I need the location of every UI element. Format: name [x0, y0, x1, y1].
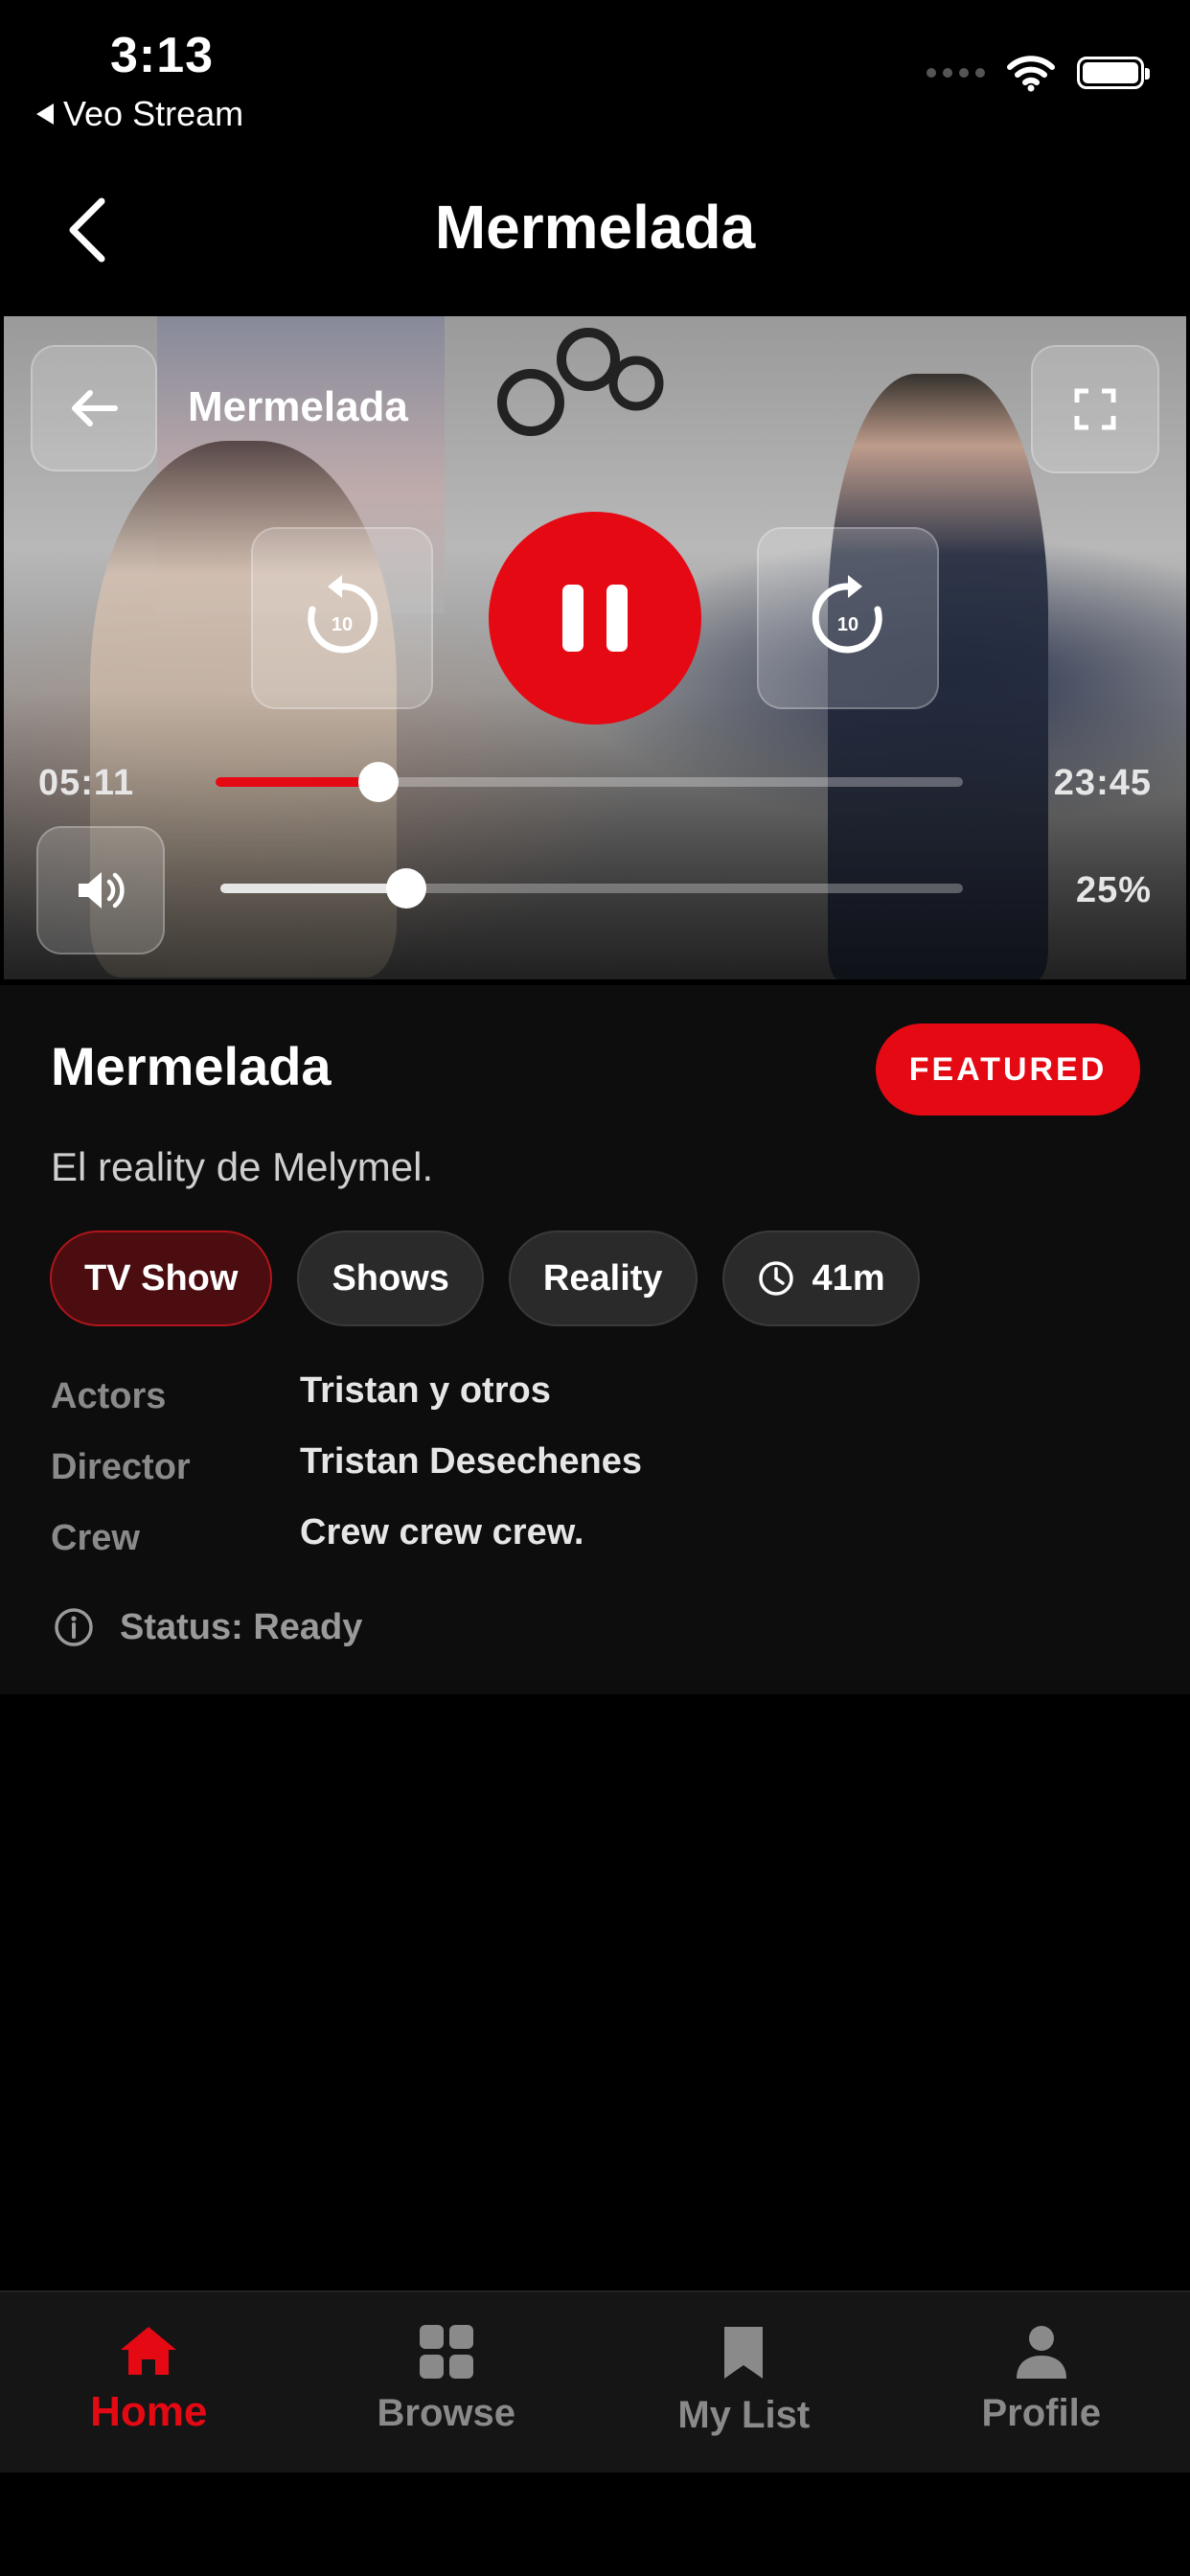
- chip-shows[interactable]: Shows: [297, 1230, 484, 1326]
- arrow-left-icon: [72, 390, 118, 426]
- player-title: Mermelada: [188, 383, 408, 430]
- featured-badge: FEATURED: [876, 1024, 1140, 1116]
- tab-home[interactable]: Home: [0, 2292, 298, 2472]
- details-panel: Mermelada FEATURED El reality de Melymel…: [0, 985, 1190, 1694]
- credit-row-director: Director Tristan Desechenes: [51, 1440, 642, 1487]
- progress-fill: [216, 777, 379, 787]
- tab-my-list[interactable]: My List: [595, 2292, 893, 2472]
- rewind-10-icon: 10: [308, 575, 378, 654]
- wifi-icon: [1007, 56, 1055, 92]
- info-circle-icon: [55, 1608, 93, 1646]
- video-frame-reels: [497, 328, 664, 436]
- skip-forward-button[interactable]: 10: [757, 527, 939, 709]
- pause-button[interactable]: [489, 512, 701, 724]
- status-time: 3:13: [110, 28, 215, 83]
- volume-fill: [220, 884, 406, 893]
- battery-icon: [1077, 57, 1150, 89]
- skip-back-seconds: 10: [332, 614, 353, 635]
- skip-forward-seconds: 10: [837, 614, 858, 635]
- genre-chips: TV Show Shows Reality 41m: [50, 1230, 920, 1326]
- chip-duration: 41m: [721, 1230, 920, 1326]
- forward-10-icon: 10: [812, 575, 882, 654]
- progress-scrubber-handle[interactable]: [358, 762, 400, 802]
- signal-dots-icon: [927, 68, 985, 78]
- tab-browse[interactable]: Browse: [298, 2292, 596, 2472]
- credits-list: Actors Tristan y otros Director Tristan …: [51, 1361, 642, 1574]
- player-back-button[interactable]: [31, 345, 157, 472]
- fullscreen-button[interactable]: [1031, 345, 1159, 473]
- volume-slider-handle[interactable]: [385, 868, 426, 908]
- volume-track[interactable]: [220, 868, 963, 908]
- home-icon: [121, 2327, 177, 2375]
- back-triangle-icon: [36, 104, 54, 125]
- chip-tv-show[interactable]: TV Show: [50, 1230, 273, 1326]
- show-description: El reality de Melymel.: [51, 1144, 434, 1189]
- tab-bar: Home Browse My List Profile: [0, 2290, 1190, 2472]
- show-title: Mermelada: [51, 1036, 332, 1096]
- progress-track[interactable]: [216, 762, 963, 802]
- volume-percent: 25%: [1075, 870, 1152, 910]
- credit-row-actors: Actors Tristan y otros: [51, 1369, 551, 1416]
- back-to-app-link[interactable]: Veo Stream: [36, 94, 243, 134]
- status-text: Status: Ready: [120, 1606, 363, 1647]
- duration: 23:45: [1053, 763, 1152, 803]
- status-indicators: [927, 54, 1150, 92]
- chip-reality[interactable]: Reality: [508, 1230, 698, 1326]
- page-title: Mermelada: [434, 193, 756, 262]
- credit-row-crew: Crew Crew crew crew.: [51, 1511, 584, 1558]
- fullscreen-icon: [1074, 388, 1116, 430]
- current-time: 05:11: [38, 763, 135, 803]
- skip-back-button[interactable]: 10: [251, 527, 433, 709]
- grid-icon: [419, 2325, 473, 2379]
- status-line: Status: Ready: [53, 1606, 362, 1648]
- tab-profile[interactable]: Profile: [893, 2292, 1190, 2472]
- clock-icon: [758, 1261, 793, 1296]
- volume-button[interactable]: [36, 826, 165, 954]
- bookmark-icon: [724, 2327, 764, 2379]
- speaker-icon: [79, 872, 125, 908]
- person-icon: [1016, 2326, 1066, 2379]
- back-app-label: Veo Stream: [63, 94, 244, 133]
